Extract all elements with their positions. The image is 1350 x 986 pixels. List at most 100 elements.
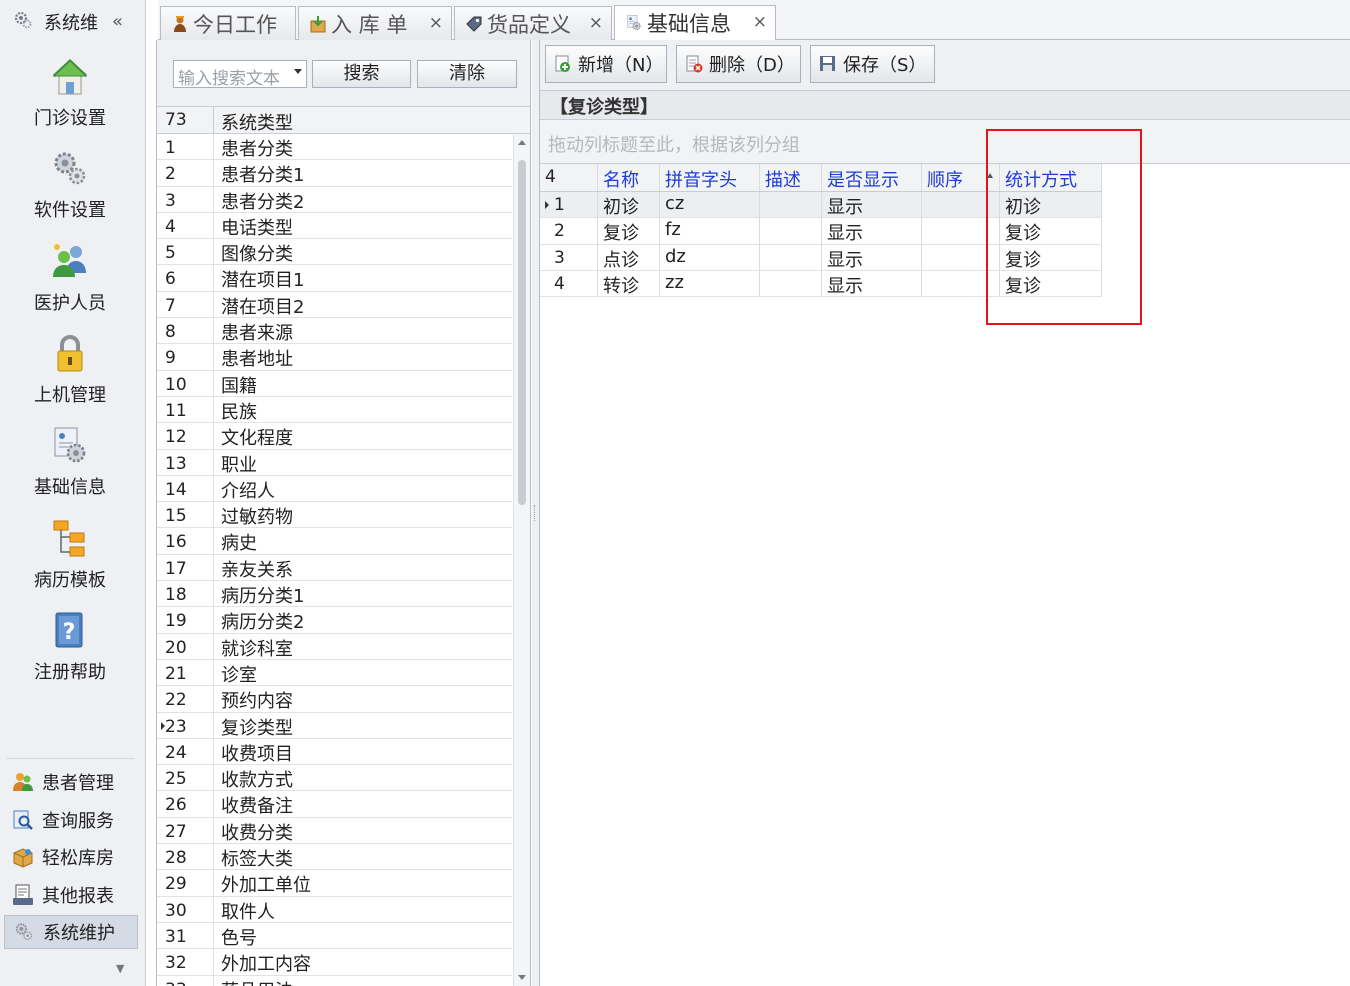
- list-item[interactable]: 32 外加工内容: [157, 949, 512, 976]
- grid-cell-desc[interactable]: [760, 192, 822, 218]
- list-item[interactable]: 14 介绍人: [157, 475, 512, 503]
- list-item[interactable]: 1 患者分类: [157, 134, 512, 161]
- list-item-number: 33: [165, 980, 187, 986]
- list-item[interactable]: 20 就诊科室: [157, 633, 512, 660]
- list-item[interactable]: 9 患者地址: [157, 344, 512, 371]
- grid-cell-name[interactable]: 复诊: [598, 218, 660, 244]
- nav-item-1[interactable]: 软件设置: [0, 148, 140, 240]
- list-item[interactable]: 5 图像分类: [157, 239, 512, 266]
- list-item[interactable]: 12 文化程度: [157, 423, 512, 450]
- nav-item-6[interactable]: ? 注册帮助: [0, 610, 140, 702]
- list-item[interactable]: 15 过敏药物: [157, 502, 512, 529]
- grid-row-number: 2: [540, 218, 598, 244]
- nav-section-2[interactable]: 轻松库房: [4, 840, 138, 874]
- grid-cell-desc[interactable]: [760, 218, 822, 244]
- close-icon[interactable]: ×: [429, 13, 443, 33]
- group-by-area[interactable]: 拖动列标题至此，根据该列分组: [540, 120, 1350, 164]
- list-item[interactable]: 24 收费项目: [157, 738, 512, 766]
- list-item[interactable]: 27 收费分类: [157, 817, 512, 845]
- grid-cell-name[interactable]: 点诊: [598, 244, 660, 270]
- search-input[interactable]: 输入搜索文本: [173, 60, 307, 89]
- list-item-number: 22: [165, 690, 187, 711]
- search-button[interactable]: 搜索: [312, 60, 411, 88]
- grid-cell-name[interactable]: 初诊: [598, 192, 660, 218]
- list-item[interactable]: 19 病历分类2: [157, 607, 512, 634]
- scroll-down-icon[interactable]: [518, 975, 526, 980]
- list-item[interactable]: 13 职业: [157, 449, 512, 476]
- list-item[interactable]: 3 患者分类2: [157, 186, 512, 213]
- list-item[interactable]: 6 潜在项目1: [157, 265, 512, 292]
- list-item-label: 外加工单位: [221, 875, 311, 897]
- grid-column-header[interactable]: 是否显示: [822, 164, 922, 191]
- nav-section-4[interactable]: 系统维护: [4, 915, 138, 949]
- list-item[interactable]: 23 复诊类型: [157, 712, 512, 739]
- dropdown-arrow-icon[interactable]: [294, 69, 302, 74]
- nav-item-0[interactable]: 门诊设置: [0, 56, 140, 148]
- save-button[interactable]: 保存（S）: [810, 45, 935, 83]
- grid-column-header[interactable]: 拼音字头: [660, 164, 760, 191]
- tab-0[interactable]: 今日工作: [160, 6, 296, 40]
- list-item[interactable]: 7 潜在项目2: [157, 291, 512, 319]
- scroll-thumb[interactable]: [518, 160, 526, 505]
- list-item[interactable]: 16 病史: [157, 528, 512, 555]
- tab-3[interactable]: 基础信息 ×: [614, 5, 776, 40]
- list-column-title[interactable]: 系统类型: [221, 109, 293, 135]
- list-item-label: 职业: [221, 454, 257, 476]
- collapse-icon[interactable]: «: [112, 11, 123, 32]
- list-item-label: 标签大类: [221, 849, 293, 871]
- list-item-label: 收费备注: [221, 796, 293, 818]
- grid-column-header[interactable]: 描述: [760, 164, 822, 191]
- list-item[interactable]: 31 色号: [157, 922, 512, 950]
- nav-section-3[interactable]: 其他报表: [4, 878, 138, 912]
- nav-section-0[interactable]: 患者管理: [4, 765, 138, 799]
- grid-cell-desc[interactable]: [760, 270, 822, 297]
- clear-button[interactable]: 清除: [417, 60, 517, 88]
- document-tab-bar: 今日工作 入 库 单 × 货品定义 × 基础信息 ×: [158, 0, 1350, 40]
- list-item[interactable]: 29 外加工单位: [157, 870, 512, 897]
- grid-cell-name[interactable]: 转诊: [598, 270, 660, 297]
- grid-cell-show[interactable]: 显示: [822, 244, 922, 270]
- grid-column-header[interactable]: 名称: [598, 164, 660, 191]
- highlight-box: [986, 129, 1142, 325]
- list-item[interactable]: 10 国籍: [157, 370, 512, 397]
- list-item[interactable]: 8 患者来源: [157, 318, 512, 345]
- list-item[interactable]: 18 病历分类1: [157, 581, 512, 608]
- grid-cell-pinyin[interactable]: zz: [660, 270, 760, 297]
- close-icon[interactable]: ×: [589, 13, 603, 33]
- tab-2[interactable]: 货品定义 ×: [454, 6, 612, 40]
- chevron-down-icon[interactable]: ▼: [116, 962, 124, 975]
- list-item[interactable]: 28 标签大类: [157, 844, 512, 871]
- grid-cell-show[interactable]: 显示: [822, 218, 922, 244]
- nav-item-3[interactable]: 上机管理: [0, 333, 140, 425]
- add-button[interactable]: 新增（N）: [545, 45, 667, 83]
- grid-cell-show[interactable]: 显示: [822, 192, 922, 218]
- grid-cell-pinyin[interactable]: cz: [660, 192, 760, 218]
- nav-item-5[interactable]: 病历模板: [0, 518, 140, 610]
- grid-cell-pinyin[interactable]: fz: [660, 218, 760, 244]
- nav-item-4[interactable]: 基础信息: [0, 425, 140, 517]
- tab-1[interactable]: 入 库 单 ×: [298, 6, 452, 40]
- grid-cell-show[interactable]: 显示: [822, 270, 922, 297]
- list-item[interactable]: 22 预约内容: [157, 686, 512, 713]
- add-label: 新增（N）: [578, 55, 664, 76]
- list-item[interactable]: 11 民族: [157, 396, 512, 424]
- list-scrollbar[interactable]: [513, 134, 530, 986]
- nav-section-1[interactable]: 查询服务: [4, 803, 138, 837]
- list-item[interactable]: 30 取件人: [157, 896, 512, 923]
- grid-cell-pinyin[interactable]: dz: [660, 244, 760, 270]
- list-item[interactable]: 33 药品用法: [157, 975, 512, 986]
- list-item[interactable]: 21 诊室: [157, 659, 512, 687]
- list-item[interactable]: 26 收费备注: [157, 791, 512, 818]
- delete-button[interactable]: 删除（D）: [676, 45, 801, 83]
- close-icon[interactable]: ×: [753, 12, 767, 32]
- help-icon: ?: [50, 610, 90, 654]
- list-item[interactable]: 25 收款方式: [157, 765, 512, 792]
- scroll-up-icon[interactable]: [518, 140, 526, 145]
- list-item[interactable]: 2 患者分类1: [157, 160, 512, 187]
- list-item-number: 20: [165, 637, 187, 658]
- nav-item-2[interactable]: 医护人员: [0, 241, 140, 333]
- list-item[interactable]: 4 电话类型: [157, 212, 512, 240]
- panel-splitter[interactable]: [532, 40, 539, 986]
- grid-cell-desc[interactable]: [760, 244, 822, 270]
- list-item[interactable]: 17 亲友关系: [157, 554, 512, 582]
